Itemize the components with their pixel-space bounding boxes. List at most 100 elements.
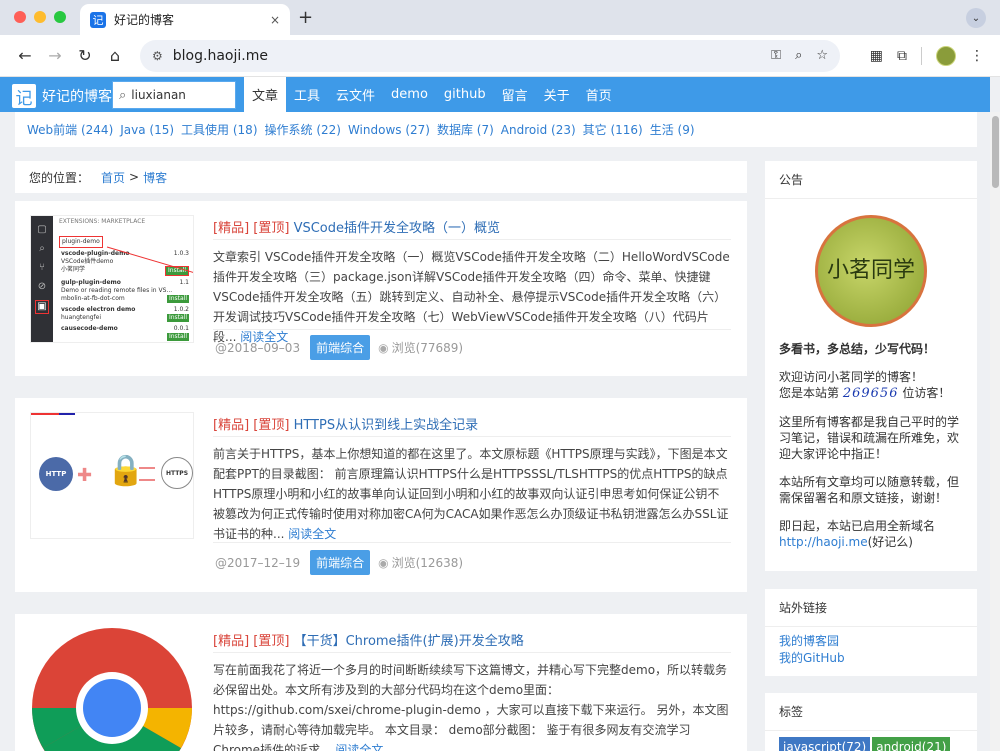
forward-arrow-icon[interactable]: →: [40, 41, 70, 71]
post-title-link[interactable]: HTTPS从认识到线上实战全记录: [294, 418, 479, 433]
tags-panel: 标签 javascript(72) android(21): [765, 693, 977, 751]
thumb-line: [59, 413, 75, 415]
post-tags: [精品] [置顶]: [213, 418, 290, 433]
breadcrumb: 您的位置： 首页 > 博客: [15, 161, 747, 193]
post-thumbnail[interactable]: ▢ ⌕ ⑂ ⊘ ▣ EXTENSIONS: MARKETPLACE plugin…: [30, 215, 194, 343]
divider: [213, 652, 731, 653]
category-link[interactable]: Android (23): [501, 123, 576, 137]
category-link[interactable]: 数据库 (7): [437, 121, 494, 138]
address-bar[interactable]: ⚙ blog.haoji.me ⚿ ⌕ ☆: [140, 39, 840, 72]
category-link[interactable]: 操作系统 (22): [265, 121, 341, 138]
tag-chip[interactable]: javascript(72): [779, 737, 871, 751]
copyright-text: 本站所有文章均可以随意转载，但需保留署名和原文链接，谢谢！: [779, 475, 960, 505]
visitor-prefix: 您是本站第: [779, 386, 840, 400]
menu-item-demo[interactable]: demo: [383, 77, 436, 112]
post-meta: @2018–09–03 前端综合 ◉ 浏览(77689): [215, 335, 463, 360]
divider: [213, 329, 731, 330]
post-title[interactable]: [精品] [置顶] VSCode插件开发全攻略（一）概览: [213, 217, 500, 236]
domain-link[interactable]: http://haoji.me: [779, 535, 868, 549]
ext-desc: Demo or reading remote files in VS...: [61, 287, 173, 294]
bookmark-star-icon[interactable]: ☆: [816, 48, 828, 63]
menu-item-cloud-files[interactable]: 云文件: [328, 77, 383, 112]
browser-toolbar: ← → ↻ ⌂ ⚙ blog.haoji.me ⚿ ⌕ ☆ ▦ ⧉ ⋮: [0, 35, 1000, 77]
divider: [213, 436, 731, 437]
external-link-github[interactable]: 我的GitHub: [779, 650, 963, 667]
extensions-icon: ▣: [35, 300, 49, 314]
welcome-line: 欢迎访问小茗同学的博客！: [779, 370, 924, 384]
scrollbar-thumb[interactable]: [992, 116, 999, 188]
puzzle-icon[interactable]: ⧉: [897, 48, 907, 64]
new-tab-button[interactable]: +: [298, 7, 313, 28]
maximize-window-button[interactable]: [54, 11, 66, 23]
scrollbar-track[interactable]: [990, 112, 1000, 751]
read-more-link[interactable]: 阅读全文: [288, 527, 336, 541]
category-link[interactable]: 其它 (116): [583, 121, 643, 138]
tab-search-icon[interactable]: ⌄: [966, 8, 986, 28]
menu-item-home[interactable]: 首页: [578, 77, 620, 112]
ext-version: 1.0.2: [173, 306, 189, 313]
site-name[interactable]: 好记的博客: [42, 86, 112, 106]
extensions-grid-icon[interactable]: ▦: [870, 48, 883, 64]
menu-item-about[interactable]: 关于: [536, 77, 578, 112]
category-link[interactable]: Web前端 (244): [27, 121, 113, 138]
post-excerpt: 前言关于HTTPS，基本上你想知道的都在这里了。本文原标题《HTTPS原理与实践…: [213, 444, 731, 544]
external-link-blog[interactable]: 我的博客园: [779, 633, 963, 650]
breadcrumb-current-link[interactable]: 博客: [143, 169, 167, 186]
chrome-logo-icon: [32, 628, 192, 751]
toolbar-divider: [921, 46, 922, 65]
https-circle: HTTPS: [161, 457, 193, 489]
source-control-icon: ⑂: [39, 262, 45, 273]
menu-item-articles[interactable]: 文章: [244, 77, 287, 112]
divider: [213, 542, 731, 543]
minimize-window-button[interactable]: [34, 11, 46, 23]
menu-item-github[interactable]: github: [436, 77, 494, 112]
post-title-link[interactable]: VSCode插件开发全攻略（一）概览: [294, 221, 500, 236]
category-link[interactable]: Java (15): [120, 123, 174, 137]
read-more-link[interactable]: 阅读全文: [335, 743, 383, 751]
more-menu-icon[interactable]: ⋮: [970, 48, 984, 64]
site-header: 记 好记的博客 ⌕ 文章 工具 云文件 demo github 留言 关于 首页: [0, 77, 990, 112]
post-thumbnail[interactable]: [30, 628, 194, 751]
eye-icon: ◉: [378, 555, 389, 570]
key-icon[interactable]: ⚿: [771, 48, 781, 63]
menu-item-guestbook[interactable]: 留言: [494, 77, 536, 112]
intro-text: 这里所有博客都是我自己平时的学习笔记，错误和疏漏在所难免，欢迎大家评论中指正！: [779, 415, 960, 461]
post-title[interactable]: [精品] [置顶] HTTPS从认识到线上实战全记录: [213, 414, 478, 433]
home-icon[interactable]: ⌂: [100, 41, 130, 71]
tag-chip[interactable]: android(21): [872, 737, 951, 751]
post-category-badge[interactable]: 前端综合: [310, 335, 371, 360]
ext-install-button: Install: [166, 333, 189, 341]
zoom-icon[interactable]: ⌕: [795, 48, 802, 63]
tab-close-icon[interactable]: ×: [270, 13, 280, 27]
post-views: 浏览(12638): [391, 556, 464, 570]
links-panel: 站外链接 我的博客园 我的GitHub: [765, 589, 977, 676]
close-window-button[interactable]: [14, 11, 26, 23]
site-logo-icon[interactable]: 记: [12, 84, 36, 109]
reload-icon[interactable]: ↻: [70, 41, 100, 71]
ext-author: 小茗同学: [61, 266, 86, 273]
window-controls: [14, 11, 66, 23]
search-icon[interactable]: ⌕: [119, 88, 126, 103]
search-box: ⌕: [112, 81, 236, 109]
plus-icon: ✚: [77, 465, 93, 486]
site-info-icon[interactable]: ⚙: [152, 49, 163, 63]
post-title-link[interactable]: 【干货】Chrome插件(扩展)开发全攻略: [294, 634, 524, 649]
menu-item-tools[interactable]: 工具: [286, 77, 328, 112]
url-text[interactable]: blog.haoji.me: [173, 48, 757, 64]
category-link[interactable]: 生活 (9): [650, 121, 695, 138]
post-tags: [精品] [置顶]: [213, 221, 290, 236]
ext-author: mbolin-at-fb-dot-com: [61, 295, 125, 302]
profile-avatar[interactable]: [936, 45, 956, 66]
post-category-badge[interactable]: 前端综合: [310, 550, 371, 575]
post-excerpt: 写在前面我花了将近一个多月的时间断断续续写下这篇博文，并精心写下完整demo，所…: [213, 660, 731, 751]
post-thumbnail[interactable]: HTTP ✚ 🔒 HTTPS: [30, 412, 194, 539]
browser-tab[interactable]: 记 好记的博客 ×: [80, 4, 290, 35]
search-input[interactable]: [131, 88, 222, 102]
breadcrumb-home-link[interactable]: 首页: [101, 169, 125, 186]
post-title[interactable]: [精品] [置顶] 【干货】Chrome插件(扩展)开发全攻略: [213, 630, 524, 649]
category-link[interactable]: Windows (27): [348, 123, 430, 137]
category-link[interactable]: 工具使用 (18): [181, 121, 257, 138]
domain-note: 即日起，本站已启用全新域名: [779, 519, 936, 533]
breadcrumb-label: 您的位置：: [29, 170, 90, 185]
back-arrow-icon[interactable]: ←: [10, 41, 40, 71]
